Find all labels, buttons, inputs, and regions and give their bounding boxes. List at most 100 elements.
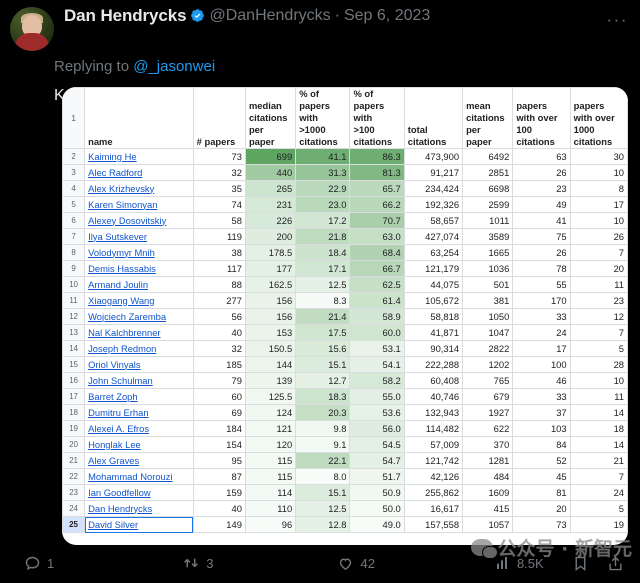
cell-name[interactable]: Alex Krizhevsky	[85, 181, 194, 197]
cell-papers[interactable]: 40	[193, 325, 245, 341]
user-handle[interactable]: @DanHendrycks	[209, 8, 330, 24]
cell-total-citations[interactable]: 234,424	[404, 181, 462, 197]
table-row[interactable]: 24Dan Hendrycks4011012.550.016,617415205	[63, 501, 628, 517]
cell-median-citations[interactable]: 124	[245, 405, 295, 421]
table-row[interactable]: 13Nal Kalchbrenner4015317.560.041,871104…	[63, 325, 628, 341]
cell-pct-over-100[interactable]: 86.3	[350, 149, 404, 165]
row-number[interactable]: 19	[63, 421, 85, 437]
column-header-pct-over-1000[interactable]: % ofpaperswith>1000citations	[296, 88, 350, 149]
cell-papers-over-100[interactable]: 20	[513, 501, 570, 517]
cell-papers-over-1000[interactable]: 7	[570, 325, 627, 341]
cell-papers-over-1000[interactable]: 14	[570, 405, 627, 421]
cell-papers-over-1000[interactable]: 12	[570, 309, 627, 325]
cell-pct-over-100[interactable]: 54.7	[350, 453, 404, 469]
cell-papers[interactable]: 56	[193, 309, 245, 325]
cell-pct-over-1000[interactable]: 12.7	[296, 373, 350, 389]
cell-name[interactable]: John Schulman	[85, 373, 194, 389]
researcher-link[interactable]: Dumitru Erhan	[88, 407, 148, 418]
cell-mean-citations[interactable]: 6698	[463, 181, 513, 197]
cell-pct-over-1000[interactable]: 12.8	[296, 517, 350, 533]
researcher-link[interactable]: Honglak Lee	[88, 439, 141, 450]
cell-papers[interactable]: 35	[193, 181, 245, 197]
cell-papers-over-100[interactable]: 37	[513, 405, 570, 421]
column-header-name[interactable]: name	[85, 88, 194, 149]
researcher-link[interactable]: Oriol Vinyals	[88, 359, 140, 370]
column-header-papers[interactable]: # papers	[193, 88, 245, 149]
cell-papers-over-1000[interactable]: 21	[570, 453, 627, 469]
cell-median-citations[interactable]: 156	[245, 309, 295, 325]
cell-papers-over-100[interactable]: 33	[513, 309, 570, 325]
cell-total-citations[interactable]: 121,742	[404, 453, 462, 469]
cell-mean-citations[interactable]: 1281	[463, 453, 513, 469]
cell-pct-over-1000[interactable]: 15.1	[296, 485, 350, 501]
cell-pct-over-1000[interactable]: 22.9	[296, 181, 350, 197]
table-row[interactable]: 3Alec Radford3244031.381.391,21728512610	[63, 165, 628, 181]
cell-pct-over-1000[interactable]: 9.8	[296, 421, 350, 437]
cell-total-citations[interactable]: 132,943	[404, 405, 462, 421]
cell-pct-over-1000[interactable]: 20.3	[296, 405, 350, 421]
cell-median-citations[interactable]: 96	[245, 517, 295, 533]
row-number[interactable]: 17	[63, 389, 85, 405]
cell-pct-over-100[interactable]: 66.2	[350, 197, 404, 213]
cell-median-citations[interactable]: 121	[245, 421, 295, 437]
table-row[interactable]: 11Xiaogang Wang2771568.361.4105,67238117…	[63, 293, 628, 309]
cell-name[interactable]: Honglak Lee	[85, 437, 194, 453]
cell-median-citations[interactable]: 120	[245, 437, 295, 453]
cell-median-citations[interactable]: 156	[245, 293, 295, 309]
cell-pct-over-1000[interactable]: 21.8	[296, 229, 350, 245]
cell-papers-over-100[interactable]: 73	[513, 517, 570, 533]
row-number[interactable]: 16	[63, 373, 85, 389]
cell-papers[interactable]: 88	[193, 277, 245, 293]
table-row[interactable]: 2Kaiming He7369941.186.3473,90064926330	[63, 149, 628, 165]
cell-total-citations[interactable]: 58,657	[404, 213, 462, 229]
table-row[interactable]: 6Alexey Dosovitskiy5822617.270.758,65710…	[63, 213, 628, 229]
row-number[interactable]: 9	[63, 261, 85, 277]
cell-total-citations[interactable]: 60,408	[404, 373, 462, 389]
cell-pct-over-100[interactable]: 55.0	[350, 389, 404, 405]
cell-pct-over-100[interactable]: 50.9	[350, 485, 404, 501]
cell-pct-over-100[interactable]: 66.7	[350, 261, 404, 277]
cell-pct-over-100[interactable]: 60.0	[350, 325, 404, 341]
cell-papers-over-1000[interactable]: 7	[570, 469, 627, 485]
cell-papers[interactable]: 32	[193, 341, 245, 357]
cell-name[interactable]: Dan Hendrycks	[85, 501, 194, 517]
table-row[interactable]: 23Ian Goodfellow15911415.150.9255,862160…	[63, 485, 628, 501]
cell-papers-over-1000[interactable]: 14	[570, 437, 627, 453]
cell-papers[interactable]: 185	[193, 357, 245, 373]
cell-mean-citations[interactable]: 679	[463, 389, 513, 405]
cell-mean-citations[interactable]: 501	[463, 277, 513, 293]
column-header-total-citations[interactable]: totalcitations	[404, 88, 462, 149]
cell-median-citations[interactable]: 150.5	[245, 341, 295, 357]
cell-name[interactable]: David Silver	[85, 517, 194, 533]
column-header-median-citations[interactable]: mediancitationsperpaper	[245, 88, 295, 149]
views-button[interactable]: 8.5K	[495, 555, 544, 571]
researcher-link[interactable]: Demis Hassabis	[88, 263, 156, 274]
researcher-link[interactable]: Dan Hendrycks	[88, 503, 152, 514]
cell-papers[interactable]: 32	[193, 165, 245, 181]
researcher-link[interactable]: Alec Radford	[88, 167, 142, 178]
cell-median-citations[interactable]: 115	[245, 469, 295, 485]
cell-papers-over-100[interactable]: 33	[513, 389, 570, 405]
bookmark-button[interactable]	[572, 555, 589, 572]
row-number[interactable]: 20	[63, 437, 85, 453]
display-name[interactable]: Dan Hendrycks	[64, 7, 186, 24]
table-row[interactable]: 15Oriol Vinyals18514415.154.1222,2881202…	[63, 357, 628, 373]
table-row[interactable]: 14Joseph Redmon32150.515.653.190,3142822…	[63, 341, 628, 357]
cell-papers-over-1000[interactable]: 18	[570, 421, 627, 437]
cell-papers[interactable]: 74	[193, 197, 245, 213]
cell-pct-over-100[interactable]: 53.6	[350, 405, 404, 421]
retweet-button[interactable]: 3	[182, 554, 213, 572]
column-header-papers-over-1000[interactable]: paperswith over1000citations	[570, 88, 627, 149]
cell-papers-over-100[interactable]: 46	[513, 373, 570, 389]
cell-mean-citations[interactable]: 370	[463, 437, 513, 453]
table-row[interactable]: 7Ilya Sutskever11920021.863.0427,0743589…	[63, 229, 628, 245]
cell-pct-over-1000[interactable]: 31.3	[296, 165, 350, 181]
cell-mean-citations[interactable]: 1011	[463, 213, 513, 229]
cell-pct-over-1000[interactable]: 17.1	[296, 261, 350, 277]
row-number[interactable]: 7	[63, 229, 85, 245]
cell-papers[interactable]: 73	[193, 149, 245, 165]
like-button[interactable]: 42	[337, 555, 374, 572]
researcher-link[interactable]: Ian Goodfellow	[88, 487, 151, 498]
cell-median-citations[interactable]: 153	[245, 325, 295, 341]
cell-papers-over-1000[interactable]: 26	[570, 229, 627, 245]
